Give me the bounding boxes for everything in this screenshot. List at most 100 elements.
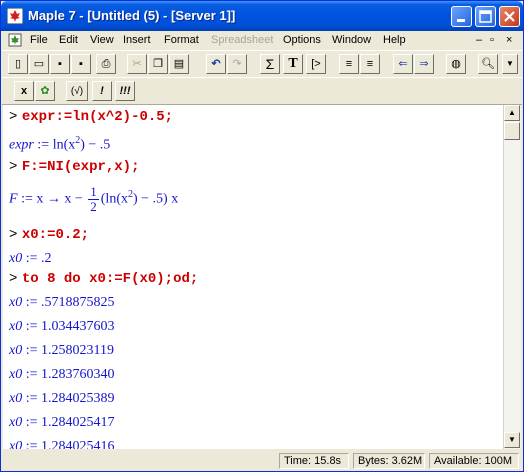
maple-leaf-icon: ✿ [40, 85, 50, 97]
toolbar-scroll-button[interactable]: ▼ [502, 54, 518, 74]
maple-leaf-icon [7, 8, 23, 24]
command-text[interactable]: x0:=0.2; [22, 227, 89, 243]
title-bar[interactable]: Maple 7 - [Untitled (5) - [Server 1]] [1, 1, 523, 31]
output-lhs: F [9, 191, 18, 207]
output-lhs: x0 [9, 343, 23, 358]
indent-button[interactable]: ≡ [360, 54, 380, 74]
maximize-button[interactable] [475, 6, 496, 27]
prompt-marker: > [9, 109, 18, 125]
sigma-button[interactable]: Σ [260, 54, 280, 74]
sqrt-button[interactable]: (√) [66, 81, 88, 101]
assign-op: := [25, 343, 38, 358]
paste-icon: ▤ [173, 58, 185, 70]
prompt-button[interactable]: [> [306, 54, 326, 74]
zoom-button[interactable]: 🔍︎ [478, 54, 498, 74]
minimize-button[interactable] [451, 6, 472, 27]
output-lhs: x0 [9, 251, 23, 266]
menu-spreadsheet: Spreadsheet [211, 34, 274, 46]
scroll-thumb[interactable] [504, 122, 520, 140]
menu-window[interactable]: Window [332, 34, 371, 46]
scroll-up-button[interactable]: ▲ [504, 105, 520, 121]
doc-close-button[interactable]: × [506, 34, 512, 46]
output-lhs: x0 [9, 319, 23, 334]
context-toolbar: x ✿ (√) ! !!! [2, 77, 522, 105]
output-rhs-b: ) − .5 [80, 137, 111, 153]
iterate-value: 1.258023119 [41, 343, 114, 358]
cut-button[interactable]: ✂ [127, 54, 147, 74]
document-icon[interactable] [8, 33, 22, 47]
menu-options[interactable]: Options [283, 34, 321, 46]
menu-format[interactable]: Format [164, 34, 199, 46]
redo-button[interactable]: ↷ [227, 54, 247, 74]
assign-op: := [21, 191, 33, 207]
worksheet[interactable]: > expr:=ln(x^2)-0.5; expr := ln(x2) − .5… [3, 105, 503, 449]
x-button[interactable]: x [14, 81, 34, 101]
iterate-value: 1.034437603 [41, 319, 115, 334]
back-button[interactable]: ⇐ [393, 54, 413, 74]
doc-minimize-button[interactable]: – [476, 34, 482, 46]
iterate-value: 1.284025389 [41, 391, 115, 406]
menu-file[interactable]: File [30, 34, 48, 46]
save-as-button[interactable]: ▪ [71, 54, 91, 74]
input-line[interactable]: > F:=NI(expr,x); [9, 157, 139, 175]
maximize-icon [479, 10, 492, 23]
prompt-marker: > [9, 271, 18, 287]
input-line[interactable]: > x0:=0.2; [9, 225, 89, 243]
stop-button[interactable]: ◍ [446, 54, 466, 74]
menu-help[interactable]: Help [383, 34, 406, 46]
scissors-icon: ✂ [132, 58, 142, 70]
new-file-icon: ▯ [14, 58, 22, 70]
assign-op: := [37, 137, 50, 153]
forward-button[interactable]: ⇒ [414, 54, 434, 74]
output-line: expr := ln(x2) − .5 [9, 135, 110, 154]
copy-icon: ❐ [153, 58, 163, 70]
command-text[interactable]: F:=NI(expr,x); [22, 159, 140, 175]
input-line[interactable]: > to 8 do x0:=F(x0);od; [9, 269, 198, 287]
save-button[interactable]: ▪ [50, 54, 70, 74]
iterate-value: 1.284025416 [41, 439, 115, 449]
sqrt-icon: (√) [70, 86, 84, 97]
chevron-down-icon: ▼ [506, 59, 514, 68]
close-button[interactable] [499, 6, 520, 27]
doc-restore-button[interactable]: ▫ [490, 34, 494, 46]
menu-view[interactable]: View [90, 34, 114, 46]
stop-exec-button[interactable]: ! [92, 81, 112, 101]
menu-insert[interactable]: Insert [123, 34, 151, 46]
output-lhs: x0 [9, 367, 23, 382]
copy-button[interactable]: ❐ [148, 54, 168, 74]
print-button[interactable]: ⎙ [96, 54, 116, 74]
output-lhs: x0 [9, 391, 23, 406]
command-text[interactable]: expr:=ln(x^2)-0.5; [22, 109, 173, 125]
command-text[interactable]: to 8 do x0:=F(x0);od; [22, 271, 198, 287]
triple-exclamation-icon: !!! [119, 85, 131, 97]
chevron-up-icon: ▲ [508, 108, 516, 117]
maple-window: Maple 7 - [Untitled (5) - [Server 1]] Fi… [0, 0, 524, 472]
maple-leaf-button[interactable]: ✿ [35, 81, 55, 101]
main-toolbar: ▯ ▭ ▪ ▪ ⎙ ✂ ❐ ▤ ↶ ↷ Σ T [> ≡ ≡ ⇐ ⇒ ◍ 🔍︎ … [2, 50, 522, 78]
vertical-scrollbar[interactable]: ▲ ▼ [503, 105, 521, 449]
floppy-icon: ▪ [79, 58, 83, 70]
outdent-button[interactable]: ≡ [339, 54, 359, 74]
execute-all-button[interactable]: !!! [115, 81, 135, 101]
output-rhs-a: x → x − [36, 191, 83, 207]
minimize-icon [457, 19, 465, 22]
input-line[interactable]: > expr:=ln(x^2)-0.5; [9, 107, 173, 125]
scroll-down-button[interactable]: ▼ [504, 432, 520, 448]
new-button[interactable]: ▯ [8, 54, 28, 74]
text-button[interactable]: T [283, 54, 303, 74]
paste-button[interactable]: ▤ [169, 54, 189, 74]
redo-icon: ↷ [232, 58, 242, 70]
arrow-left-icon: ⇐ [398, 58, 408, 70]
exclamation-icon: ! [100, 85, 104, 97]
menu-edit[interactable]: Edit [59, 34, 78, 46]
arrow-right-icon: ⇒ [419, 58, 429, 70]
undo-button[interactable]: ↶ [206, 54, 226, 74]
close-icon [504, 11, 515, 22]
output-lhs: expr [9, 137, 34, 153]
output-rhs: .2 [41, 251, 52, 266]
output-lhs: x0 [9, 439, 23, 449]
window-title: Maple 7 - [Untitled (5) - [Server 1]] [28, 8, 236, 23]
open-button[interactable]: ▭ [29, 54, 49, 74]
prompt-marker: > [9, 227, 18, 243]
output-lhs: x0 [9, 295, 23, 310]
